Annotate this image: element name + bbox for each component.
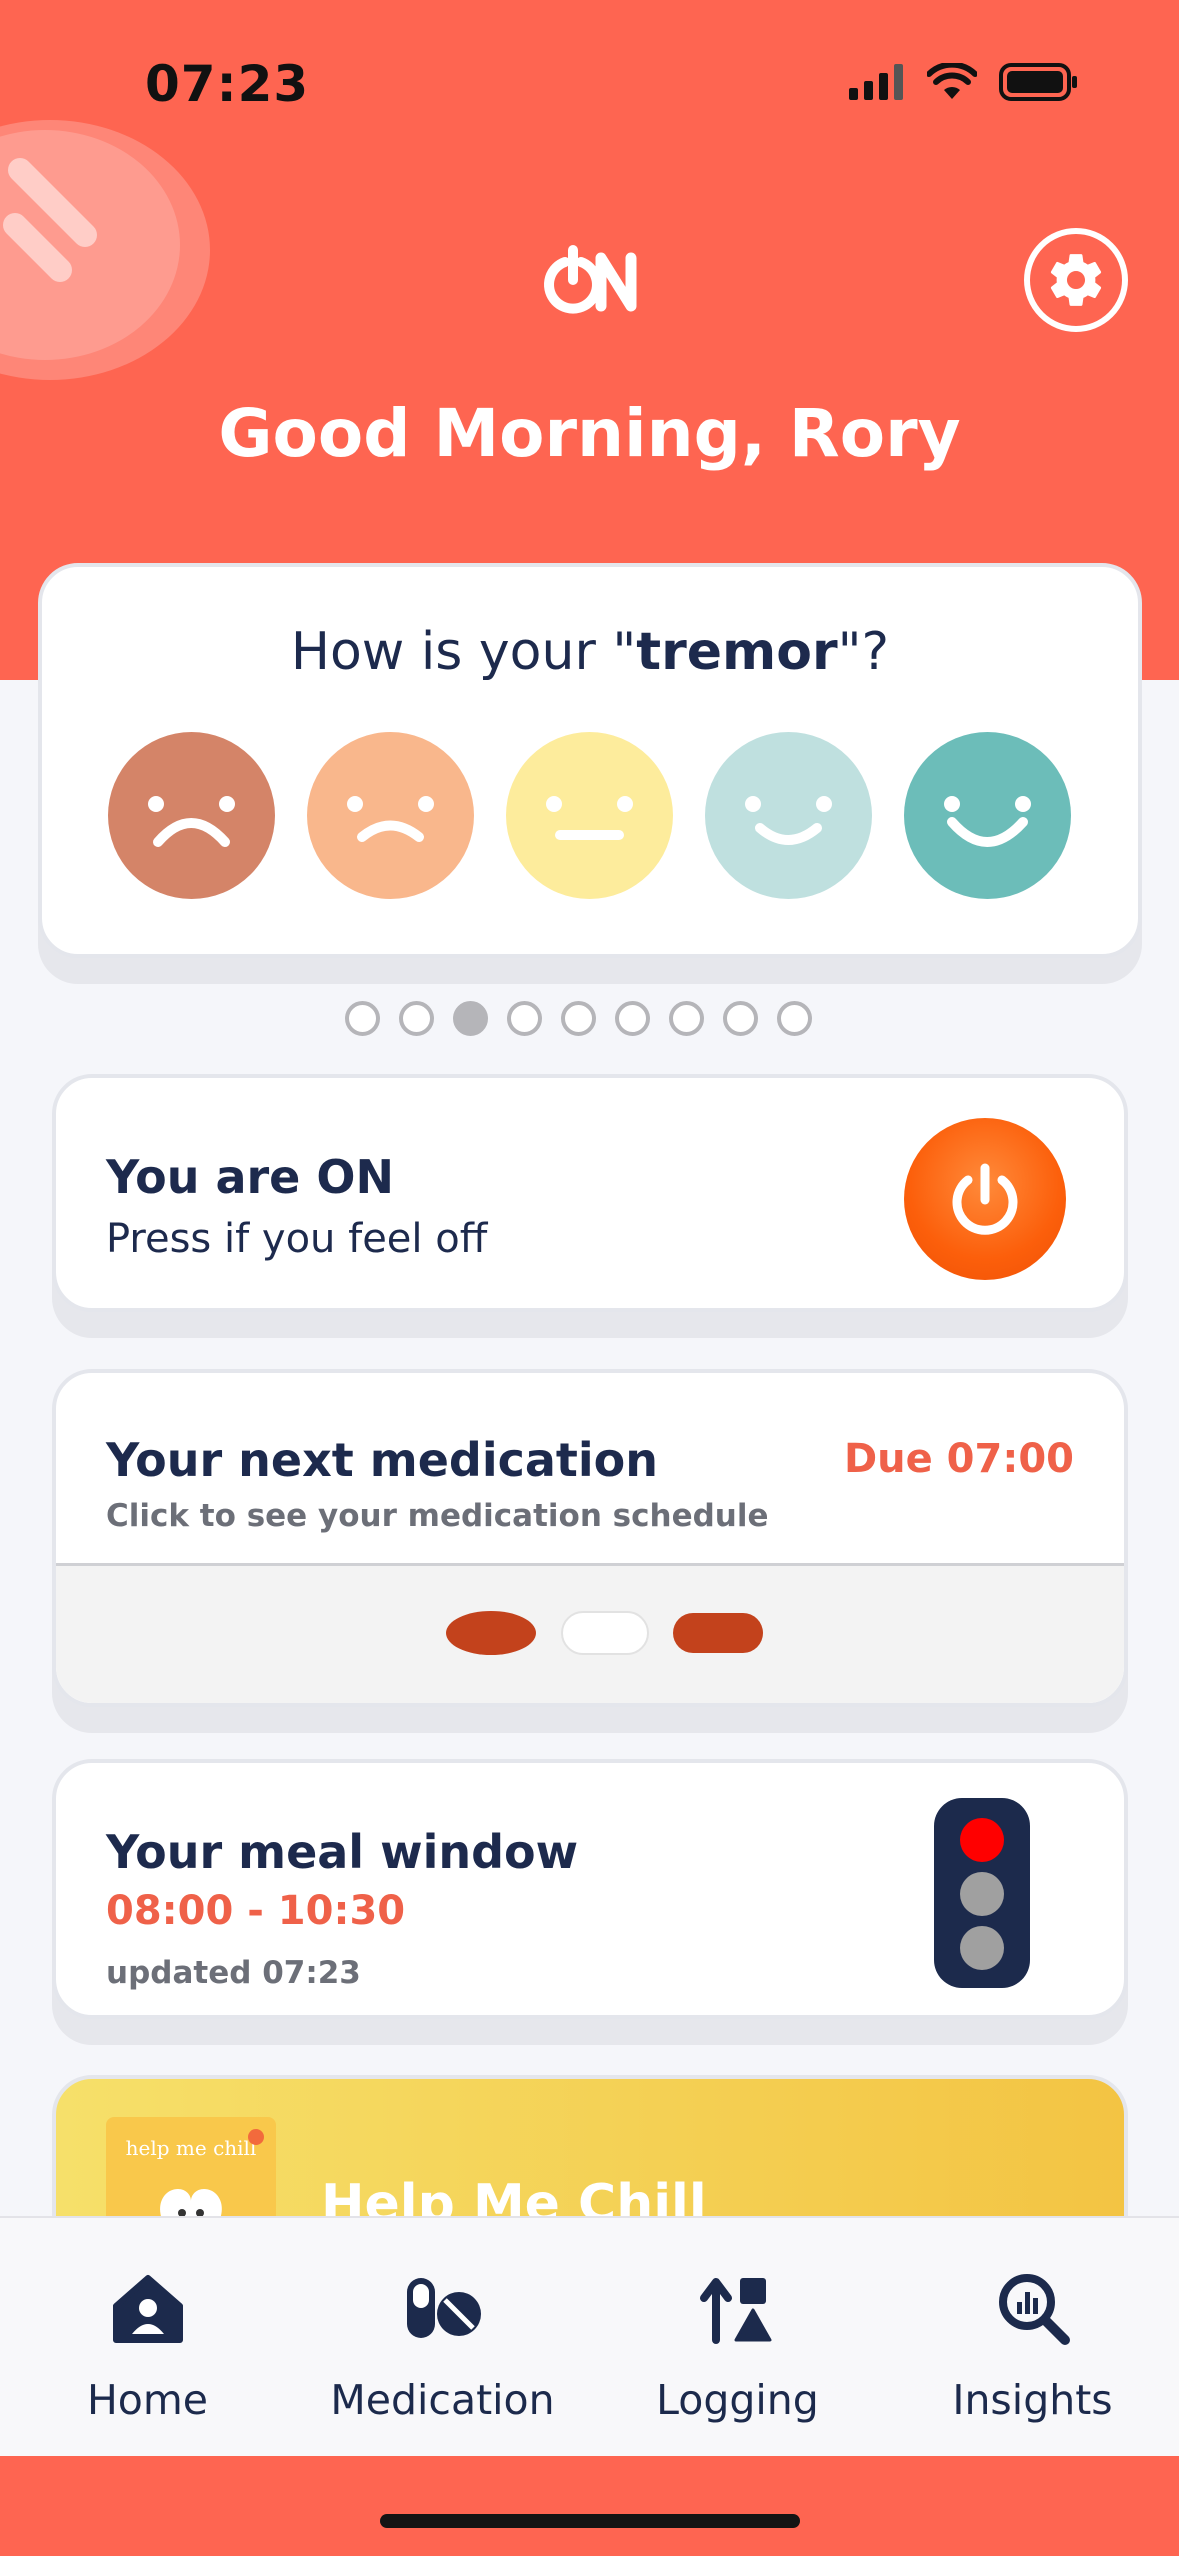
face-bad[interactable]	[307, 732, 474, 899]
battery-icon	[999, 63, 1077, 101]
page-dot[interactable]	[399, 1001, 434, 1036]
app-logo	[535, 240, 645, 320]
tab-logging[interactable]: Logging	[590, 2218, 885, 2458]
page-dot[interactable]	[669, 1001, 704, 1036]
meal-window-time: 08:00 - 10:30	[106, 1888, 406, 1934]
status-bar: 07:23	[0, 0, 1179, 175]
wifi-icon	[927, 63, 977, 99]
face-good[interactable]	[705, 732, 872, 899]
tab-medication[interactable]: Medication	[295, 2218, 590, 2458]
status-time: 07:23	[145, 55, 310, 113]
page-dot-active[interactable]	[453, 1001, 488, 1036]
page-dot[interactable]	[561, 1001, 596, 1036]
settings-button[interactable]	[1024, 228, 1128, 332]
tab-bar: Home Medication Logging Insights	[0, 2216, 1179, 2456]
page-dot[interactable]	[615, 1001, 650, 1036]
face-neutral[interactable]	[506, 732, 673, 899]
on-status-card[interactable]: You are ON Press if you feel off	[52, 1074, 1128, 1312]
on-status-title: You are ON	[106, 1150, 394, 1204]
pills-icon	[406, 2278, 481, 2338]
page-dot[interactable]	[345, 1001, 380, 1036]
logging-icon	[699, 2278, 771, 2344]
tab-medication-label: Medication	[330, 2376, 555, 2424]
pill-icon	[446, 1611, 536, 1655]
home-icon	[112, 2275, 183, 2343]
page-dot[interactable]	[507, 1001, 542, 1036]
meal-window-card[interactable]: Your meal window 08:00 - 10:30 updated 0…	[52, 1759, 1128, 2019]
medication-due: Due 07:00	[843, 1436, 1074, 1482]
medication-subtitle: Click to see your medication schedule	[106, 1498, 769, 1534]
gear-icon	[1050, 254, 1102, 306]
face-very-good[interactable]	[904, 732, 1071, 899]
on-status-subtitle: Press if you feel off	[106, 1216, 488, 1262]
status-icons	[849, 62, 1079, 102]
greeting: Good Morning, Rory	[218, 395, 961, 472]
traffic-light-red	[960, 1818, 1004, 1862]
traffic-light-icon	[934, 1798, 1030, 1988]
meal-updated: updated 07:23	[106, 1955, 361, 1991]
tab-insights-label: Insights	[952, 2376, 1113, 2424]
pill-icon	[561, 1611, 649, 1655]
insights-icon	[998, 2274, 1070, 2345]
page-dot[interactable]	[777, 1001, 812, 1036]
tab-insights[interactable]: Insights	[885, 2218, 1179, 2458]
medication-title: Your next medication	[106, 1433, 658, 1487]
pill-icon	[673, 1613, 763, 1653]
home-indicator[interactable]	[380, 2514, 800, 2528]
mood-card: How is your "tremor"?	[38, 563, 1142, 958]
signal-icon	[849, 64, 903, 100]
page-dot[interactable]	[723, 1001, 758, 1036]
pagination-dots	[345, 1001, 812, 1036]
power-icon	[952, 1163, 1018, 1235]
power-button[interactable]	[904, 1118, 1066, 1280]
tab-logging-label: Logging	[656, 2376, 819, 2424]
face-very-bad[interactable]	[108, 732, 275, 899]
mood-question: How is your "tremor"?	[290, 622, 890, 682]
tab-home-label: Home	[86, 2376, 209, 2424]
traffic-light-amber	[960, 1872, 1004, 1916]
mood-faces	[108, 732, 1071, 899]
medication-card[interactable]: Your next medication Due 07:00 Click to …	[52, 1369, 1128, 1707]
meal-title: Your meal window	[106, 1825, 579, 1879]
traffic-light-green	[960, 1926, 1004, 1970]
pill-tray	[56, 1563, 1124, 1703]
bottom-bar	[0, 2456, 1179, 2556]
tab-home[interactable]: Home	[0, 2218, 295, 2458]
